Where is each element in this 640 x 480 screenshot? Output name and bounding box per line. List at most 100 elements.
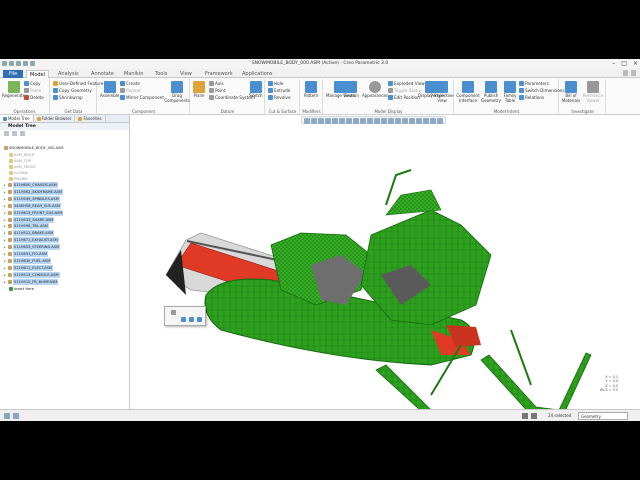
tab-view[interactable]: View xyxy=(177,70,195,78)
tree-root[interactable]: SNOWMOBILE_BODY_000.ASM xyxy=(4,145,64,151)
edit-position-icon xyxy=(388,95,393,100)
expand-icon[interactable]: ▸ xyxy=(4,265,7,271)
hole-button[interactable]: Hole xyxy=(268,81,283,86)
appearances-button[interactable]: Appearances xyxy=(362,81,388,98)
udf-button[interactable]: User-Defined Feature xyxy=(53,81,103,86)
tree-component-item[interactable]: ▸ 011H671_EXHAUST.ASM xyxy=(4,237,59,244)
settings-icon[interactable] xyxy=(12,131,17,136)
axis-button[interactable]: Axis xyxy=(209,81,224,86)
selection-count: 24 selected xyxy=(548,413,572,418)
reference-viewer-button[interactable]: Reference Viewer xyxy=(582,81,604,103)
section-button[interactable]: Section xyxy=(344,81,359,98)
tree-component-item[interactable]: ▸ 011H491_FIO.ASM xyxy=(4,251,49,257)
mirror-component-button[interactable]: Mirror Component xyxy=(120,95,164,100)
tree-component-item[interactable]: ▸ 011H630_FUEL.ASM xyxy=(4,257,52,264)
tree-component-item[interactable]: ▸ 011H533_SHARE.ASM xyxy=(4,216,55,223)
expand-icon[interactable]: ▸ xyxy=(4,223,7,229)
tree-component-item[interactable]: ▸ 011H512_BRAKE.ASM xyxy=(4,230,55,237)
sketch-button[interactable]: Sketch xyxy=(249,81,262,98)
browser-icon[interactable] xyxy=(13,413,19,419)
revolve-button[interactable]: Revolve xyxy=(268,95,291,100)
minimize-icon[interactable]: – xyxy=(612,60,615,67)
show-icon[interactable] xyxy=(20,131,25,136)
toggle-navigator-icon[interactable] xyxy=(4,413,10,419)
graphics-window[interactable]: X = 0.1 Y = 0.0 Z = 0.0 WCS = 0.0 xyxy=(131,115,640,409)
tab-model-tree[interactable]: Model Tree xyxy=(0,115,34,122)
expand-icon[interactable]: ▸ xyxy=(4,279,7,285)
filter-icon[interactable] xyxy=(4,131,9,136)
tab-manikin[interactable]: Manikin xyxy=(121,70,146,78)
expand-icon[interactable]: ▸ xyxy=(4,272,7,278)
switch-dimensions-button[interactable]: Switch Dimensions xyxy=(519,88,565,93)
create-button[interactable]: Create xyxy=(120,81,140,86)
shrinkwrap-button[interactable]: Shrinkwrap xyxy=(53,95,83,100)
tab-tools[interactable]: Tools xyxy=(152,70,170,78)
close-icon[interactable]: × xyxy=(633,60,638,67)
repeat-button[interactable]: Repeat xyxy=(120,88,141,93)
expand-icon[interactable]: ▸ xyxy=(4,182,7,188)
hide-icon[interactable] xyxy=(189,317,194,322)
expand-icon[interactable]: ▸ xyxy=(4,230,7,236)
tree-component-item[interactable]: ▸ 0440H56_REAR_SUS.ASM xyxy=(4,202,61,209)
publish-geometry-button[interactable]: Publish Geometry xyxy=(481,81,501,103)
tree-component-item[interactable]: ▸ 011H600_CHASSIS.ASM xyxy=(4,182,58,188)
point-button[interactable]: Point xyxy=(209,88,225,93)
tab-annotate[interactable]: Annotate xyxy=(88,70,117,78)
expand-icon[interactable]: ▸ xyxy=(4,251,7,257)
tree-component-item[interactable]: ▸ 011H613_FRONT_SUS.ASM xyxy=(4,209,64,216)
perspective-view-button[interactable]: Perspective View xyxy=(430,81,454,103)
message-icon[interactable] xyxy=(531,413,537,419)
family-table-button[interactable]: Family Table xyxy=(502,81,518,103)
selection-filter[interactable]: Geometry xyxy=(578,412,628,420)
component-interface-button[interactable]: Component Interface xyxy=(456,81,480,103)
expand-icon[interactable]: ▸ xyxy=(4,258,7,264)
tree-component-item[interactable]: ▸ 011H562_SKIDFRAME.ASM xyxy=(4,188,63,195)
assemble-button[interactable]: Assemble xyxy=(100,81,119,98)
edit-position-button[interactable]: Edit Position xyxy=(388,95,420,100)
insert-here-marker[interactable]: Insert Here xyxy=(9,286,34,292)
drag-components-button[interactable]: Drag Components xyxy=(164,81,190,103)
tab-framework[interactable]: Framework xyxy=(202,70,236,78)
bill-of-materials-button[interactable]: Bill of Materials xyxy=(562,81,580,103)
expand-icon[interactable]: ▸ xyxy=(4,203,7,209)
expand-icon[interactable]: ▸ xyxy=(4,189,7,195)
tab-favorites[interactable]: Favorites xyxy=(75,115,106,122)
tab-file[interactable]: File xyxy=(3,70,23,78)
tree-component-item[interactable]: ▸ 011H515_FR_BUMP.ASM xyxy=(4,278,59,285)
help-icon[interactable] xyxy=(623,70,628,76)
regenerate-button[interactable]: Regenerate xyxy=(2,81,25,98)
tab-model[interactable]: Model xyxy=(26,70,50,78)
copy-button[interactable]: Copy xyxy=(24,81,41,86)
expand-icon[interactable]: ▸ xyxy=(4,244,7,250)
expand-icon[interactable]: ▸ xyxy=(4,196,7,202)
tree-component-item[interactable]: ▸ 011H598_TBL.ASM xyxy=(4,223,49,230)
tree-component-item[interactable]: ▸ 011H513_CONSOLE.ASM xyxy=(4,271,60,278)
tree-component-item[interactable]: ▸ 011H653_STEERING.ASM xyxy=(4,244,61,251)
tab-analysis[interactable]: Analysis xyxy=(55,70,82,78)
pattern-button[interactable]: Pattern xyxy=(304,81,318,98)
extrude-button[interactable]: Extrude xyxy=(268,88,290,93)
plane-button[interactable]: Plane xyxy=(193,81,205,98)
snowmobile-model[interactable] xyxy=(131,115,640,409)
open-icon[interactable] xyxy=(181,317,186,322)
mini-toolbar[interactable] xyxy=(164,306,206,326)
suppress-icon[interactable] xyxy=(197,317,202,322)
tree-component-item[interactable]: ▸ 011H549_SPINDLES.ASM xyxy=(4,195,60,202)
expand-icon[interactable]: ▸ xyxy=(4,237,7,243)
relations-button[interactable]: Relations xyxy=(519,95,544,100)
delete-button[interactable]: Delete xyxy=(24,95,44,100)
copy-geometry-button[interactable]: Copy Geometry xyxy=(53,88,92,93)
tab-applications[interactable]: Applications xyxy=(239,70,276,78)
tree-component-item[interactable]: ▸ 011H611_ELECT.ASM xyxy=(4,264,54,271)
title-bar: SNOWMOBILE_BODY_000.ASM (Active) - Creo … xyxy=(0,59,640,69)
edit-definition-icon[interactable] xyxy=(171,310,176,315)
paste-button[interactable]: Paste xyxy=(24,88,41,93)
expand-icon[interactable]: ▸ xyxy=(4,217,7,223)
tab-folder-browser[interactable]: Folder Browser xyxy=(34,115,76,122)
expand-icon[interactable]: ▸ xyxy=(4,210,7,216)
window-controls[interactable]: – □ × xyxy=(612,60,638,67)
parameters-button[interactable]: Parameters xyxy=(519,81,549,86)
smart-select-icon[interactable] xyxy=(522,413,528,419)
maximize-icon[interactable]: □ xyxy=(621,60,627,67)
collapse-ribbon-icon[interactable] xyxy=(631,70,636,76)
